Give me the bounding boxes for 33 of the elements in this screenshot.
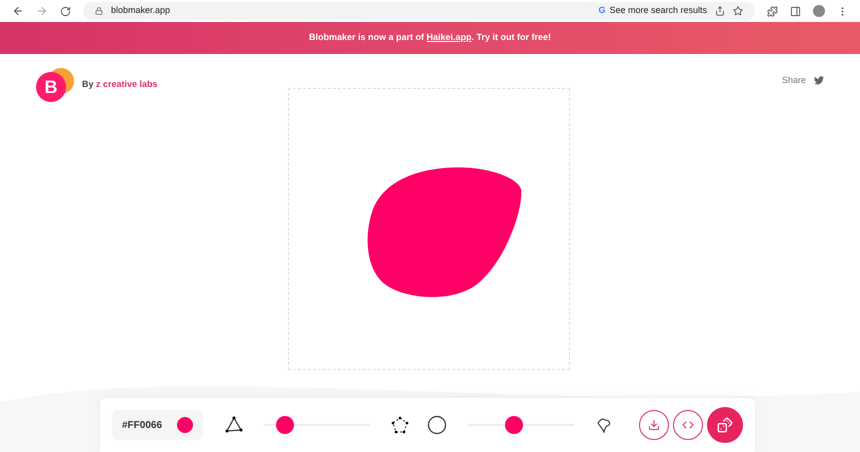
profile-avatar[interactable] [813,5,825,17]
byline: By z creative labs [82,78,158,92]
color-field[interactable]: #FF0066 [112,410,203,440]
pentagon-icon [391,416,409,434]
share-label[interactable]: Share [782,74,806,88]
slider-thumb[interactable] [276,416,294,434]
haikei-link[interactable]: Haikei.app [426,32,472,42]
slider-thumb[interactable] [504,416,523,434]
randomize-button[interactable] [707,407,743,443]
dice-icon [717,417,733,433]
star-icon[interactable] [733,6,743,16]
banner-text: Blobmaker is now a part of Haikei.app. Try it out for free! [308,31,552,44]
extensions-icon[interactable] [767,6,778,16]
share-icon[interactable] [715,6,725,16]
download-button[interactable] [639,410,669,440]
download-icon [648,419,660,431]
code-button[interactable] [673,410,703,440]
address-bar[interactable]: blobmaker.app G See more search results [83,2,755,20]
back-icon[interactable] [12,5,24,17]
triangle-icon [225,416,243,434]
side-panel-icon[interactable] [790,6,801,16]
color-swatch[interactable] [177,417,193,433]
url-text: blobmaker.app [111,4,170,18]
color-value: #FF0066 [122,418,162,432]
code-icon [682,419,694,431]
blob-outline-icon [595,416,613,434]
search-chip[interactable]: G See more search results [598,4,707,18]
bird-icon[interactable] [814,76,824,86]
circle-icon [427,415,447,435]
reload-icon[interactable] [60,6,71,16]
lock-icon [95,7,103,15]
forward-icon[interactable] [36,5,48,17]
creator-link[interactable]: z creative labs [96,79,158,90]
